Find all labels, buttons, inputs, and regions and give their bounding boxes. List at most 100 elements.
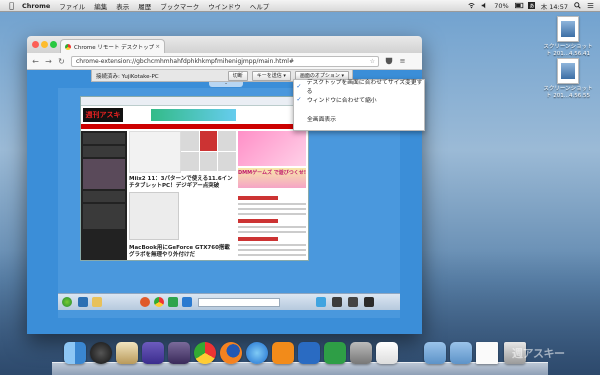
pocket-icon[interactable] xyxy=(384,57,393,66)
chrome-remote-desktop-icon xyxy=(65,43,71,50)
menu-app-name[interactable]: Chrome xyxy=(22,2,50,10)
notification-center-icon[interactable] xyxy=(587,2,594,9)
menu-help[interactable]: ヘルプ xyxy=(250,1,270,11)
preview-icon[interactable] xyxy=(116,342,138,364)
checkmark-icon: ✓ xyxy=(296,95,302,103)
site-logo[interactable]: 週刊アスキー xyxy=(83,108,123,133)
anime-ad-banner[interactable] xyxy=(238,131,306,166)
volume-icon[interactable] xyxy=(481,2,488,9)
dashboard-icon[interactable] xyxy=(90,342,112,364)
battery-icon[interactable] xyxy=(514,2,523,9)
applications-folder-icon[interactable] xyxy=(424,342,446,364)
news-list xyxy=(238,192,306,258)
send-keys-label: キーを送信 xyxy=(256,73,282,79)
menu-bookmarks[interactable]: ブックマーク xyxy=(160,1,199,11)
screen-options-menu: ✓ デスクトップを画面に合わせてサイズ変更する ✓ ウィンドウに合わせて縮小 全… xyxy=(293,79,425,131)
zoom-window-icon[interactable] xyxy=(50,41,57,48)
menu-item-fullscreen[interactable]: 全画面表示 xyxy=(294,113,424,123)
menu-window[interactable]: ウインドウ xyxy=(208,1,241,11)
image-file-icon xyxy=(557,16,579,42)
article-image[interactable] xyxy=(129,131,181,173)
article-image[interactable] xyxy=(129,192,179,240)
site-left-column xyxy=(81,131,127,260)
floppy-icon[interactable] xyxy=(142,342,164,364)
spotlight-icon[interactable] xyxy=(574,2,581,9)
line-taskbar-icon[interactable] xyxy=(168,297,178,307)
bookmark-star-icon[interactable]: ☆ xyxy=(370,58,375,65)
dock xyxy=(52,340,548,375)
back-icon[interactable]: ← xyxy=(31,57,40,66)
word-icon[interactable] xyxy=(298,342,320,364)
system-preferences-icon[interactable] xyxy=(350,342,372,364)
windows-taskbar xyxy=(58,293,400,310)
close-tab-icon[interactable]: × xyxy=(155,44,160,50)
battery-percent[interactable]: 70% xyxy=(494,2,508,10)
itunes-icon[interactable] xyxy=(246,342,268,364)
finder-icon[interactable] xyxy=(64,342,86,364)
app-taskbar-icon[interactable] xyxy=(182,297,192,307)
input-method-icon[interactable]: あ xyxy=(527,2,535,10)
script-icon[interactable] xyxy=(168,342,190,364)
excel-icon[interactable] xyxy=(324,342,346,364)
desktop-file-label: スクリーンショット xyxy=(543,44,593,50)
desktop-screenshot-file-1[interactable]: スクリーンショット ト 201...4.56.41 xyxy=(540,16,596,58)
apple-icon[interactable]:  xyxy=(7,1,16,10)
close-window-icon[interactable] xyxy=(32,41,39,48)
address-bar[interactable]: chrome-extension://gbchcmhmhahfdphkhkmpf… xyxy=(71,55,379,67)
tab-strip: Chrome リモート デスクトップ × xyxy=(27,36,422,53)
chrome-taskbar-icon[interactable] xyxy=(154,297,164,307)
menu-file[interactable]: ファイル xyxy=(59,1,85,11)
menu-item-resize-to-fit[interactable]: ✓ デスクトップを画面に合わせてサイズ変更する xyxy=(294,80,424,95)
forward-icon[interactable]: → xyxy=(44,57,53,66)
firefox-icon[interactable] xyxy=(220,342,242,364)
menu-view[interactable]: 表示 xyxy=(116,1,129,11)
taskbar-address-field[interactable] xyxy=(198,298,280,307)
document-icon[interactable] xyxy=(476,342,498,364)
ad-banner[interactable] xyxy=(151,109,236,121)
menu-clock[interactable]: 木 14:57 xyxy=(541,1,568,11)
menu-edit[interactable]: 編集 xyxy=(94,1,107,11)
tab-remote-desktop[interactable]: Chrome リモート デスクトップ × xyxy=(60,39,165,53)
headphones-taskbar-icon[interactable] xyxy=(348,297,358,307)
tab-title: Chrome リモート デスクトップ xyxy=(74,44,155,51)
textedit-icon[interactable] xyxy=(376,342,398,364)
checkmark-icon: ✓ xyxy=(296,82,302,90)
send-keys-button[interactable]: キーを送信 ▾ xyxy=(251,70,291,81)
tray-app-icon[interactable] xyxy=(364,297,374,307)
desktop-file-label: ト 201...4.56.55 xyxy=(546,93,590,99)
remote-web-page: 週刊アスキー DMMゲームズ で遊びつくせ! Miix2 11：3パターンで使え… xyxy=(81,106,308,260)
connection-status: 接続済み: YujiKotake-PC xyxy=(96,73,159,80)
menu-item-shrink-to-fit[interactable]: ✓ ウィンドウに合わせて縮小 xyxy=(294,94,424,104)
article-headline[interactable]: MacBook用にGeForce GTX760搭載グラボを無理やり外付けだ xyxy=(129,245,234,259)
wifi-icon[interactable] xyxy=(468,2,475,9)
thumbnail-gallery xyxy=(181,131,236,171)
desktop-file-label: スクリーンショット xyxy=(543,86,593,92)
collapse-bar-handle[interactable]: ⌃ xyxy=(209,82,243,87)
reload-icon[interactable]: ↻ xyxy=(57,57,66,66)
chrome-menu-icon[interactable]: ≡ xyxy=(398,57,407,66)
tray-app-icon[interactable] xyxy=(332,297,342,307)
remote-browser-window: 週刊アスキー DMMゲームズ で遊びつくせ! Miix2 11：3パターンで使え… xyxy=(80,96,309,261)
menu-item-label: ウィンドウに合わせて縮小 xyxy=(307,97,377,104)
minimize-window-icon[interactable] xyxy=(41,41,48,48)
downloads-folder-icon[interactable] xyxy=(450,342,472,364)
desktop-file-label: ト 201...4.56.41 xyxy=(546,51,590,57)
dmm-ad-banner[interactable]: DMMゲームズ で遊びつくせ! xyxy=(238,168,306,188)
url-text: chrome-extension://gbchcmhmhahfdphkhkmpf… xyxy=(76,57,294,65)
disconnect-button[interactable]: 切断 xyxy=(227,70,248,81)
ibooks-icon[interactable] xyxy=(272,342,294,364)
svg-text:あ: あ xyxy=(529,4,534,9)
start-button-icon[interactable] xyxy=(62,297,72,307)
site-nav-bar[interactable] xyxy=(81,124,308,129)
ie-taskbar-icon[interactable] xyxy=(78,297,88,307)
menu-history[interactable]: 履歴 xyxy=(138,1,151,11)
browser-toolbar: ← → ↻ chrome-extension://gbchcmhmhahfdph… xyxy=(27,53,422,70)
menu-bar:  Chrome ファイル 編集 表示 履歴 ブックマーク ウインドウ ヘルプ … xyxy=(0,0,600,12)
explorer-taskbar-icon[interactable] xyxy=(92,297,102,307)
menu-item-label: 全画面表示 xyxy=(307,116,336,123)
firefox-taskbar-icon[interactable] xyxy=(140,297,150,307)
chrome-icon[interactable] xyxy=(194,342,216,364)
tray-app-icon[interactable] xyxy=(316,297,326,307)
article-headline[interactable]: Miix2 11：3パターンで使える11.6インチタブレットPC！デジギアー点突… xyxy=(129,176,234,190)
desktop-screenshot-file-2[interactable]: スクリーンショット ト 201...4.56.55 xyxy=(540,58,596,100)
